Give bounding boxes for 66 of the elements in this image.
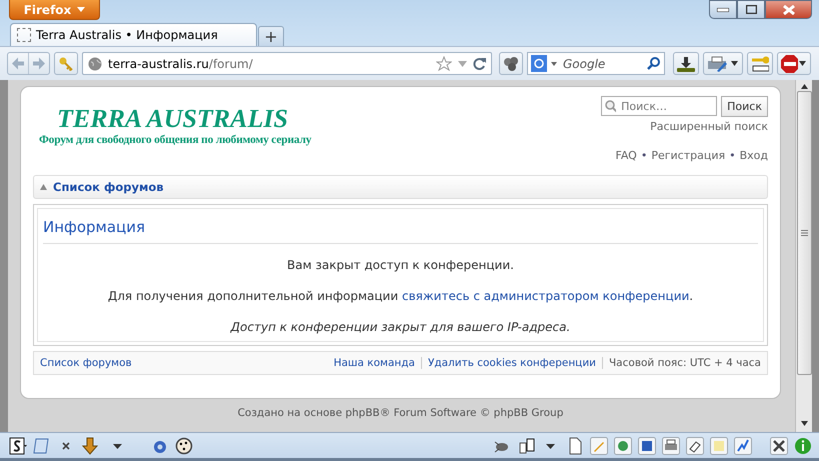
header-link[interactable]: Регистрация [651,149,726,162]
separator-dot: • [729,149,736,162]
print-button[interactable] [703,52,743,75]
header-link[interactable]: FAQ [616,149,637,162]
advanced-search-link[interactable]: Расширенный поиск [650,120,768,133]
key-icon [751,56,769,72]
info-icon[interactable] [794,436,812,454]
scrollbar-thumb[interactable] [796,91,812,375]
dropdown-icon[interactable] [551,62,557,66]
address-bar[interactable]: terra-australis.ru/forum/ [82,52,492,75]
cookie-icon[interactable] [175,436,193,454]
panel-title: Информация [43,213,758,244]
dropdown-icon [798,61,807,66]
footer-link[interactable]: Удалить cookies конференции [428,357,596,369]
reload-icon[interactable] [473,57,486,70]
adblock-button[interactable] [777,52,811,75]
maximize-button[interactable] [737,0,765,19]
scroll-down-icon[interactable] [800,421,808,426]
web-search-field[interactable]: Google [561,56,643,72]
save-icon[interactable] [638,436,656,454]
forum-index-link[interactable]: Список форумов [40,357,132,369]
header-link[interactable]: Вход [740,149,768,162]
circles-icon [503,56,519,72]
minimize-icon [717,8,729,12]
key-icon [59,56,73,70]
bookmark-star-icon[interactable] [436,56,452,71]
scroll-icon[interactable] [33,436,51,454]
search-icon[interactable] [647,57,660,70]
message-text: Доступ к конференции закрыт для вашего IP-адреса. [229,319,572,336]
page-icon [17,28,31,42]
download-button[interactable] [673,52,699,75]
new-tab-button[interactable]: + [258,26,284,46]
web-search-box[interactable]: Google [527,52,665,75]
message-text: Вам закрыт доступ к конференции. [286,257,515,274]
stop-sign-icon [781,54,798,72]
close-button[interactable] [765,0,812,19]
logo-title: TERRA AUSTRALIS [56,106,289,132]
logo-subtitle: Форум для свободного общения по любимому сериалу [39,133,312,148]
copyright-text: Создано на основе phpBB® Forum Software © phpBB Group [236,407,564,419]
scroll-up-icon[interactable] [800,84,808,89]
script-icon[interactable] [9,436,27,454]
home-icon [40,184,47,190]
eraser-icon[interactable] [686,436,704,454]
timezone-text: Часовой пояс: UTC + 4 часа [608,357,761,369]
contact-admin-link[interactable]: свяжитесь с администратором конференции [402,289,690,303]
lightning-icon[interactable] [734,436,752,454]
caret-icon [77,7,86,12]
footer-link[interactable]: Наша команда [334,357,415,369]
password-button[interactable] [747,52,773,75]
printer-icon [707,56,727,72]
search-button[interactable]: Поиск [721,96,768,117]
download-icon [677,56,695,72]
google-icon [531,55,547,72]
browser-tab[interactable]: Terra Australis • Информация [10,23,257,46]
url-text: terra-australis.ru/forum/ [108,56,254,70]
pages-icon[interactable] [518,436,536,454]
breadcrumb-link[interactable]: Список форумов [53,180,164,194]
message-text: Для получения дополнительной информации свяжитесь с администратором конференции. [106,288,694,305]
search-icon [605,100,616,112]
minimize-button[interactable] [709,0,737,19]
maximize-icon [746,5,756,14]
search-box[interactable]: Поиск… [601,96,718,116]
separator-dot: • [640,149,648,162]
close-icon [782,4,794,14]
addon-button[interactable] [499,52,523,75]
printer-icon[interactable] [662,436,680,454]
